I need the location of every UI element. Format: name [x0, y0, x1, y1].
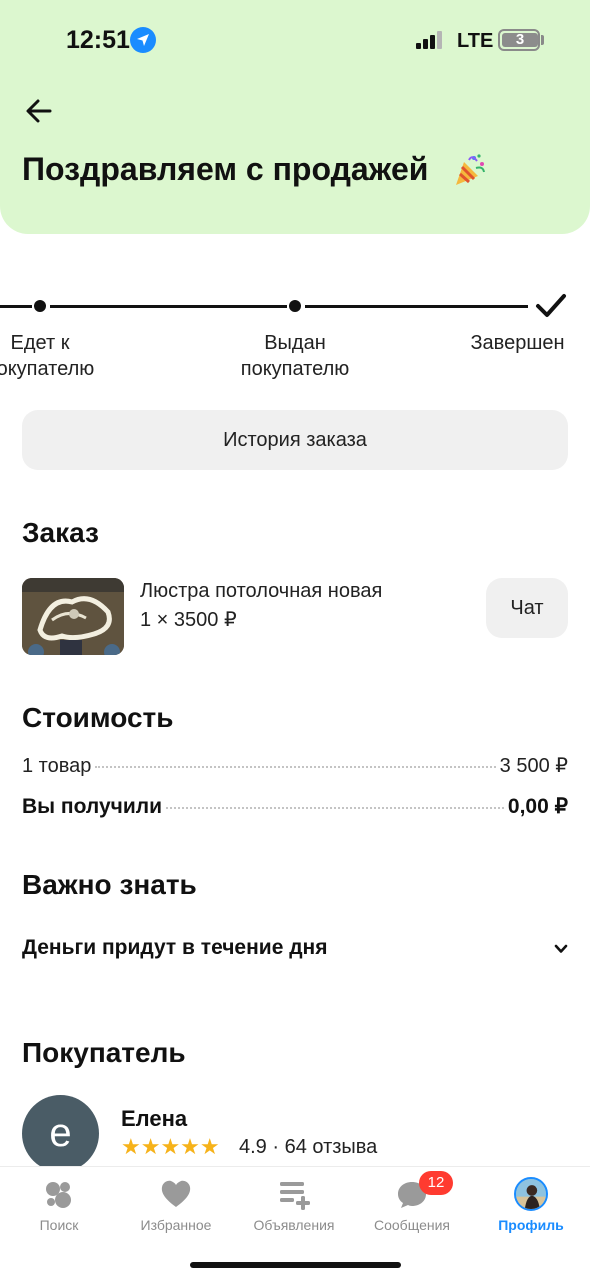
- progress-line: [0, 305, 32, 308]
- progress-dot: [289, 300, 301, 312]
- tab-label: Объявления: [253, 1217, 335, 1233]
- dotted-leader: [166, 807, 504, 809]
- checkmark-icon: [536, 294, 566, 317]
- tab-label: Профиль: [498, 1217, 564, 1233]
- chevron-down-icon: [554, 944, 568, 953]
- product-thumbnail[interactable]: [22, 578, 124, 655]
- location-arrow-icon: [130, 27, 156, 53]
- rating-text[interactable]: 4.9 · 64 отзыва: [239, 1136, 377, 1159]
- buyer-avatar[interactable]: e: [22, 1095, 99, 1172]
- signal-icon: [416, 31, 446, 49]
- page-title: Поздравляем с продажей: [22, 151, 429, 187]
- progress-line: [50, 305, 287, 308]
- cost-label: 1 товар: [22, 755, 92, 777]
- battery-icon: 3: [498, 29, 540, 51]
- important-section-title: Важно знать: [22, 869, 197, 900]
- step-label-handed-over: Выдан покупателю: [240, 332, 350, 380]
- cost-label: Вы получили: [22, 795, 163, 818]
- back-arrow-icon[interactable]: [22, 94, 56, 128]
- network-type: LTE: [457, 30, 494, 52]
- battery-level: 3: [502, 32, 538, 47]
- cost-row-received: Вы получили 0,00 ₽: [22, 794, 568, 819]
- tab-listings[interactable]: Объявления: [239, 1177, 349, 1233]
- profile-avatar: [514, 1177, 548, 1211]
- step-label-delivering: Едет к покупателю: [0, 332, 95, 380]
- party-popper-icon: [456, 154, 485, 185]
- tab-label: Избранное: [140, 1217, 212, 1233]
- cost-value: 0,00 ₽: [507, 795, 568, 818]
- cost-section-title: Стоимость: [22, 702, 174, 733]
- heart-icon: [161, 1180, 191, 1207]
- order-history-button[interactable]: История заказа: [22, 410, 568, 470]
- rating-stars: ★★★★★: [121, 1134, 220, 1159]
- order-progress-tracker: Едет к покупателю Выдан покупателю Завер…: [0, 290, 590, 385]
- tab-label: Сообщения: [374, 1217, 450, 1233]
- home-indicator: [190, 1262, 401, 1268]
- product-quantity-price: 1 × 3500 ₽: [140, 609, 237, 631]
- listings-add-icon: [280, 1182, 310, 1210]
- dotted-leader: [95, 766, 496, 768]
- tab-search[interactable]: Поиск: [4, 1177, 114, 1233]
- buyer-section-title: Покупатель: [22, 1037, 186, 1068]
- step-label-completed: Завершен: [470, 332, 565, 354]
- progress-line: [305, 305, 528, 308]
- cost-value: 3 500 ₽: [499, 755, 568, 777]
- cost-row-items: 1 товар 3 500 ₽: [22, 753, 568, 778]
- buyer-name[interactable]: Елена: [121, 1106, 187, 1132]
- tab-messages[interactable]: Сообщения 12: [357, 1171, 467, 1233]
- search-dots-icon: [46, 1182, 71, 1208]
- progress-dot: [34, 300, 46, 312]
- info-accordion-text: Деньги придут в течение дня: [22, 936, 328, 959]
- status-time: 12:51: [66, 26, 130, 54]
- tab-label: Поиск: [39, 1217, 79, 1233]
- chat-button[interactable]: Чат: [486, 578, 568, 638]
- unread-badge: 12: [419, 1171, 453, 1195]
- battery-tip: [541, 35, 544, 45]
- tab-favorites[interactable]: Избранное: [121, 1177, 231, 1233]
- info-accordion-row[interactable]: Деньги придут в течение дня: [22, 936, 568, 966]
- product-name[interactable]: Люстра потолочная новая: [140, 580, 382, 603]
- order-section-title: Заказ: [22, 517, 99, 548]
- tab-profile[interactable]: Профиль: [476, 1177, 586, 1233]
